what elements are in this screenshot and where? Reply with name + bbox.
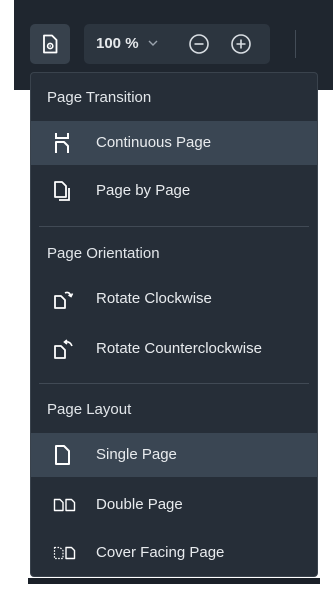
rotate-counterclockwise-icon bbox=[53, 338, 77, 360]
menu-item-continuous-page[interactable]: Continuous Page bbox=[31, 121, 317, 165]
view-controls-button[interactable] bbox=[30, 24, 70, 64]
menu-item-label: Page by Page bbox=[96, 182, 191, 199]
zoom-level-dropdown[interactable]: 100 % bbox=[96, 35, 139, 52]
menu-item-label: Rotate Counterclockwise bbox=[96, 340, 262, 357]
section-header-page-layout: Page Layout bbox=[47, 401, 132, 418]
zoom-in-icon[interactable] bbox=[230, 33, 252, 55]
menu-item-label: Double Page bbox=[96, 496, 183, 513]
chevron-down-icon[interactable] bbox=[148, 39, 158, 47]
single-page-icon bbox=[53, 444, 77, 466]
menu-item-label: Continuous Page bbox=[96, 134, 212, 151]
menu-item-rotate-clockwise[interactable]: Rotate Clockwise bbox=[31, 277, 317, 321]
menu-item-label: Rotate Clockwise bbox=[96, 290, 212, 307]
zoom-out-icon[interactable] bbox=[188, 33, 210, 55]
view-controls-menu: Page Transition Continuous Page Page by … bbox=[30, 72, 318, 577]
menu-item-single-page[interactable]: Single Page bbox=[31, 433, 317, 477]
app-window: 100 % Page Transition Continuous Page Pa… bbox=[0, 0, 333, 590]
menu-item-rotate-counterclockwise[interactable]: Rotate Counterclockwise bbox=[31, 327, 317, 371]
section-header-page-orientation: Page Orientation bbox=[47, 245, 160, 262]
page-by-page-icon bbox=[53, 180, 77, 202]
zoom-controls: 100 % bbox=[84, 24, 270, 64]
cover-facing-page-icon bbox=[53, 542, 77, 564]
menu-shadow bbox=[28, 578, 320, 584]
menu-item-label: Cover Facing Page bbox=[96, 544, 225, 561]
menu-item-cover-facing-page[interactable]: Cover Facing Page bbox=[31, 531, 317, 575]
menu-item-double-page[interactable]: Double Page bbox=[31, 483, 317, 527]
menu-divider bbox=[39, 383, 309, 384]
continuous-page-icon bbox=[53, 132, 77, 154]
menu-item-page-by-page[interactable]: Page by Page bbox=[31, 169, 317, 213]
menu-divider bbox=[39, 226, 309, 227]
menu-item-label: Single Page bbox=[96, 446, 177, 463]
rotate-clockwise-icon bbox=[53, 288, 77, 310]
page-settings-icon bbox=[43, 34, 58, 54]
toolbar-divider bbox=[295, 30, 296, 58]
section-header-page-transition: Page Transition bbox=[47, 89, 152, 106]
double-page-icon bbox=[53, 494, 77, 516]
